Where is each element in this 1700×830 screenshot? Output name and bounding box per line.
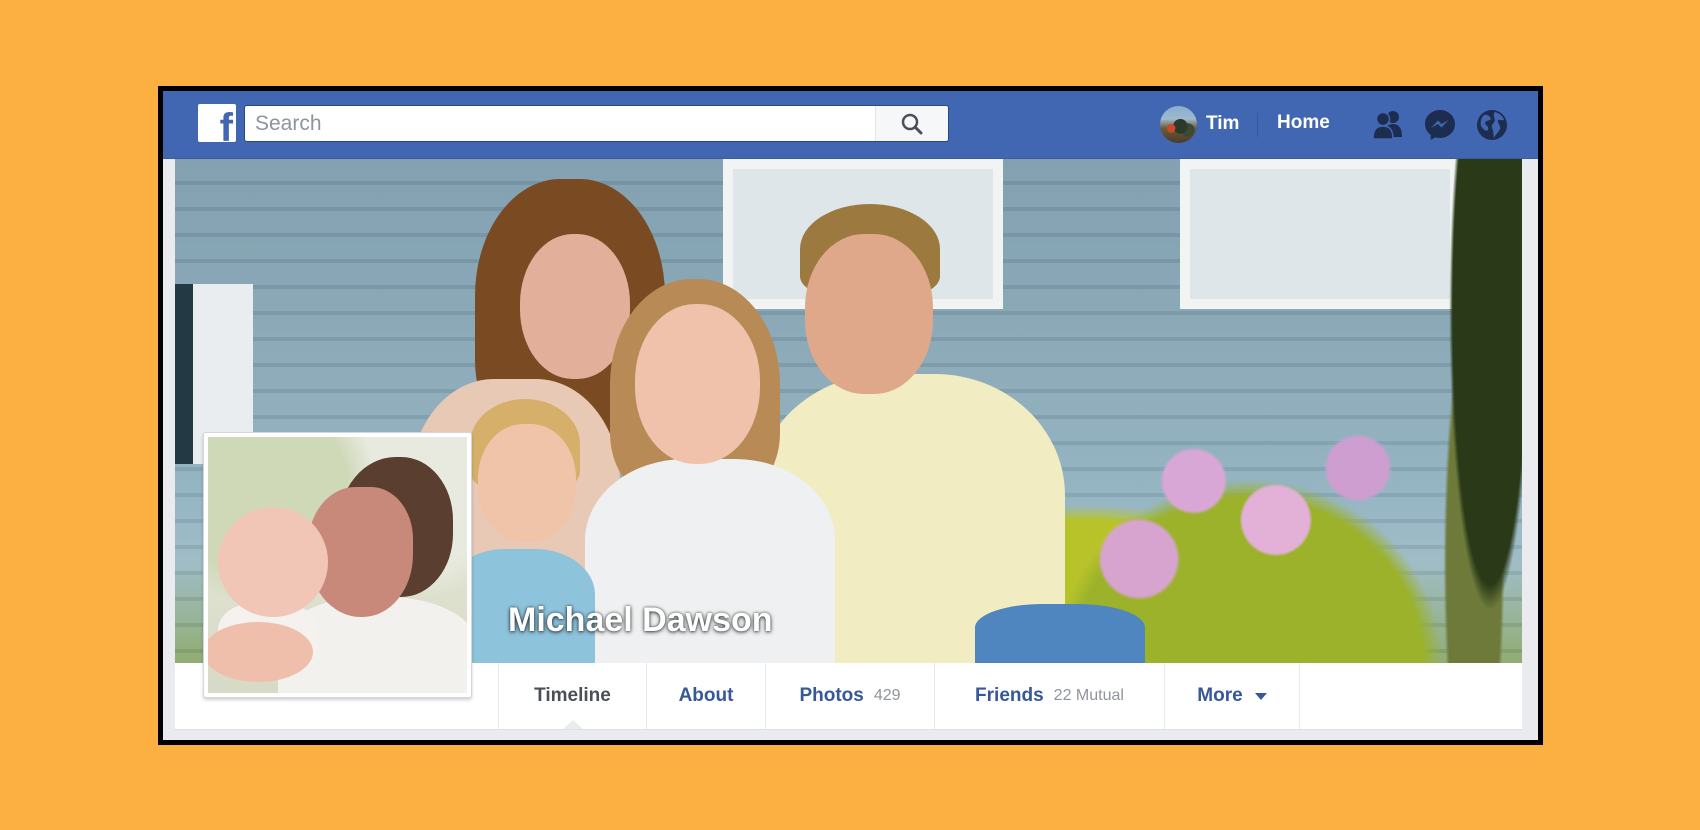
search-input[interactable]: [245, 106, 875, 141]
tab-label: Friends: [975, 685, 1044, 706]
notifications-button[interactable]: [1474, 107, 1510, 143]
cover-figure: [478, 424, 576, 542]
search-button[interactable]: [875, 106, 948, 141]
top-nav-right: Tim Home: [1160, 91, 1538, 158]
friend-requests-button[interactable]: [1370, 107, 1406, 143]
facebook-logo-letter: f: [219, 106, 233, 142]
user-name: Tim: [1206, 113, 1240, 134]
cover-figure: [975, 604, 1145, 663]
cover-figure: [635, 304, 760, 464]
tab-timeline[interactable]: Timeline: [498, 663, 646, 729]
messenger-icon: [1425, 110, 1455, 140]
photos-count: 429: [873, 687, 901, 704]
profile-link[interactable]: Tim: [1160, 105, 1239, 143]
profile-picture[interactable]: [203, 432, 472, 698]
home-link[interactable]: Home: [1277, 112, 1330, 134]
nav-divider: [1257, 113, 1258, 137]
cover-figure: [805, 234, 933, 394]
tab-more[interactable]: More: [1164, 663, 1299, 729]
tab-label: More: [1197, 685, 1243, 706]
tab-divider: [1299, 663, 1300, 729]
tab-label: Timeline: [534, 685, 611, 706]
facebook-profile-window: f Tim Home: [158, 86, 1543, 745]
profile-photo: [208, 437, 467, 693]
chevron-down-icon: [1254, 692, 1267, 700]
profile-photo-shape: [208, 622, 313, 682]
notifications-globe-icon: [1477, 110, 1507, 140]
friend-requests-icon: [1372, 111, 1402, 140]
tab-about[interactable]: About: [646, 663, 765, 729]
tab-friends[interactable]: Friends 22 Mutual: [934, 663, 1164, 729]
tab-label: About: [678, 685, 734, 706]
tab-label: Photos: [799, 685, 864, 706]
messenger-button[interactable]: [1422, 107, 1458, 143]
profile-photo-shape: [218, 507, 328, 617]
mutual-friends-count: 22 Mutual: [1053, 687, 1124, 704]
cover-window-shape: [1180, 159, 1460, 309]
top-navigation-bar: f Tim Home: [163, 91, 1538, 159]
search-box: [244, 105, 949, 142]
profile-name[interactable]: Michael Dawson: [508, 601, 773, 640]
tab-photos[interactable]: Photos 429: [765, 663, 934, 729]
facebook-logo[interactable]: f: [198, 104, 236, 142]
user-avatar: [1160, 105, 1197, 143]
search-icon: [901, 113, 923, 134]
